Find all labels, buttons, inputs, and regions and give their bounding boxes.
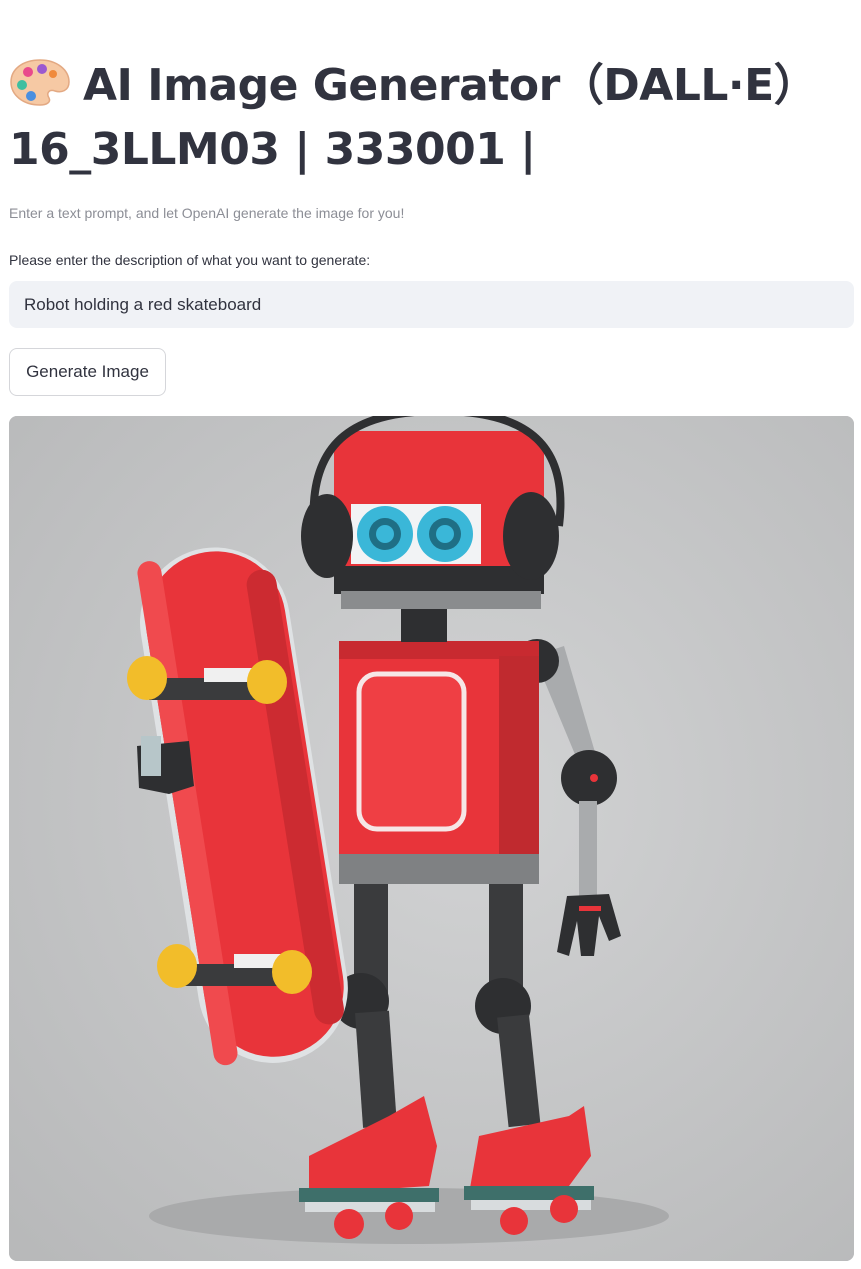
prompt-label: Please enter the description of what you… bbox=[9, 252, 371, 268]
page-title: AI Image Generator（DALL·E） 16_3LLM03 | 3… bbox=[9, 54, 849, 182]
app-main: AI Image Generator（DALL·E） 16_3LLM03 | 3… bbox=[0, 0, 861, 1269]
prompt-input[interactable] bbox=[9, 281, 854, 328]
generated-image bbox=[9, 416, 854, 1261]
generate-image-button[interactable]: Generate Image bbox=[9, 348, 166, 396]
caption-text: Enter a text prompt, and let OpenAI gene… bbox=[9, 205, 405, 221]
robot-skateboard-illustration bbox=[9, 416, 854, 1261]
artist-palette-icon bbox=[9, 58, 71, 106]
title-line-2: 16_3LLM03 | 333001 | bbox=[9, 124, 536, 175]
title-line-1: AI Image Generator（DALL·E） bbox=[83, 60, 818, 111]
